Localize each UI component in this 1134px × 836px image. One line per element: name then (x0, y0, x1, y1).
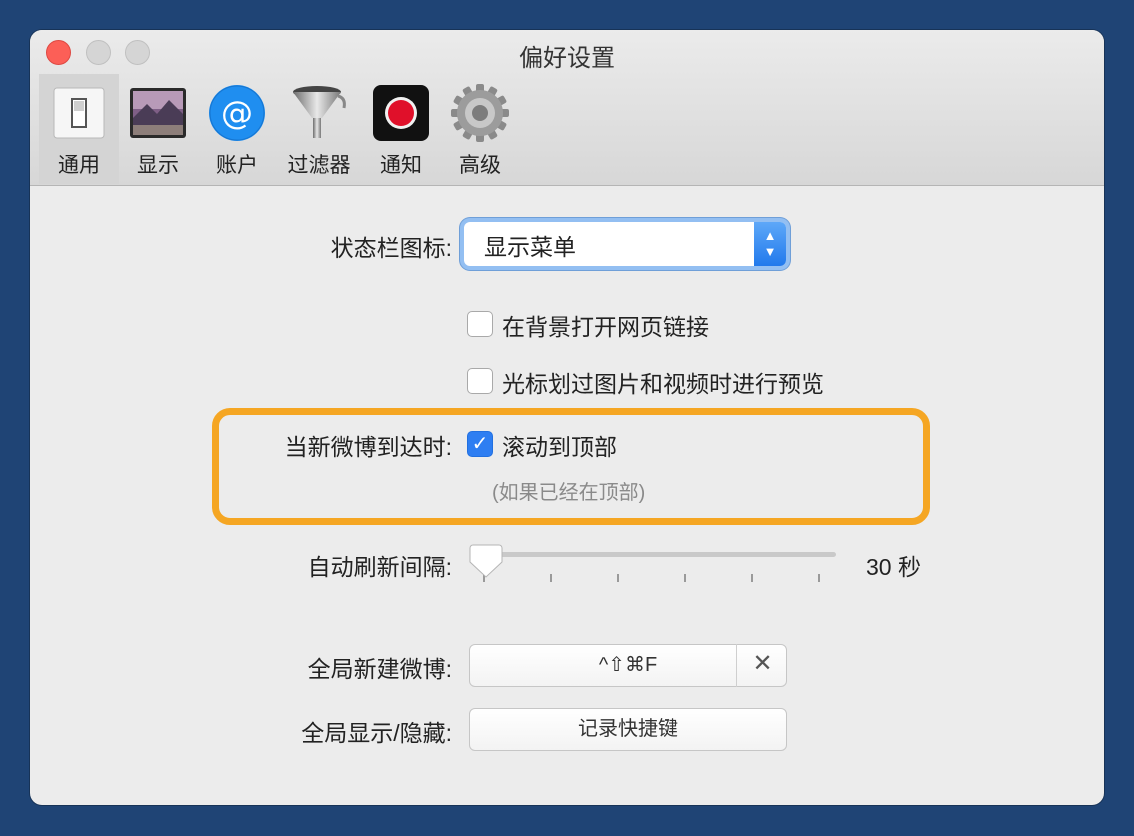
tab-advanced[interactable]: 高级 (440, 74, 520, 184)
tab-accounts[interactable]: @ 账户 (197, 74, 277, 184)
landscape-image-icon (130, 88, 186, 138)
tab-label: 高级 (459, 154, 501, 177)
scroll-to-top-hint: (如果已经在顶部) (492, 482, 646, 504)
tab-general[interactable]: 通用 (39, 74, 119, 184)
hover-preview-checkbox[interactable] (467, 368, 493, 394)
new-weibo-label: 当新微博到达时: (284, 434, 452, 460)
svg-text:@: @ (221, 94, 253, 132)
tab-label: 显示 (137, 154, 179, 177)
slider-tick (684, 574, 686, 582)
refresh-interval-label: 自动刷新间隔: (307, 554, 452, 580)
global-new-weibo-label: 全局新建微博: (307, 656, 452, 682)
slider-tick (617, 574, 619, 582)
preferences-window: 偏好设置 通用 显示 @ 账户 过滤器 通知 高级 状态栏图标: 显示菜单 ▲ … (30, 30, 1104, 805)
funnel-icon (293, 86, 346, 138)
status-icon-value: 显示菜单 (484, 234, 576, 260)
tab-label: 过滤器 (287, 154, 351, 177)
at-sign-icon: @ (209, 85, 265, 141)
highlight-box (212, 408, 930, 525)
status-icon-popup[interactable]: 显示菜单 ▲ ▼ (464, 222, 786, 266)
refresh-interval-slider[interactable] (480, 552, 836, 557)
slider-tick (550, 574, 552, 582)
shortcut-value: ^⇧⌘F (598, 654, 658, 676)
slider-thumb[interactable] (469, 543, 503, 579)
popup-arrows-icon: ▲ ▼ (754, 222, 786, 266)
slider-tick (751, 574, 753, 582)
open-in-background-checkbox[interactable] (467, 311, 493, 337)
global-show-hide-label: 全局显示/隐藏: (301, 720, 452, 746)
title-bar: 偏好设置 通用 显示 @ 账户 过滤器 通知 高级 (30, 30, 1104, 186)
switch-icon (53, 87, 105, 139)
open-in-background-label: 在背景打开网页链接 (502, 314, 709, 340)
scroll-to-top-checkbox[interactable]: ✓ (467, 431, 493, 457)
hover-preview-label: 光标划过图片和视频时进行预览 (502, 371, 824, 397)
tab-label: 通用 (58, 154, 100, 177)
slider-tick (818, 574, 820, 582)
record-shortcut-button[interactable]: 记录快捷键 (469, 708, 787, 751)
gear-icon (451, 84, 509, 142)
tab-filters[interactable]: 过滤器 (279, 74, 359, 184)
clear-shortcut-button[interactable]: ✕ (736, 644, 788, 687)
refresh-interval-value: 30 秒 (866, 554, 921, 580)
tab-display[interactable]: 显示 (118, 74, 198, 184)
scroll-to-top-label: 滚动到顶部 (502, 434, 617, 460)
window-title: 偏好设置 (519, 45, 615, 72)
tab-label: 通知 (380, 154, 422, 177)
tab-notifications[interactable]: 通知 (361, 74, 441, 184)
tab-label: 账户 (216, 154, 258, 177)
status-icon-label: 状态栏图标: (330, 235, 452, 261)
record-icon (373, 85, 429, 141)
